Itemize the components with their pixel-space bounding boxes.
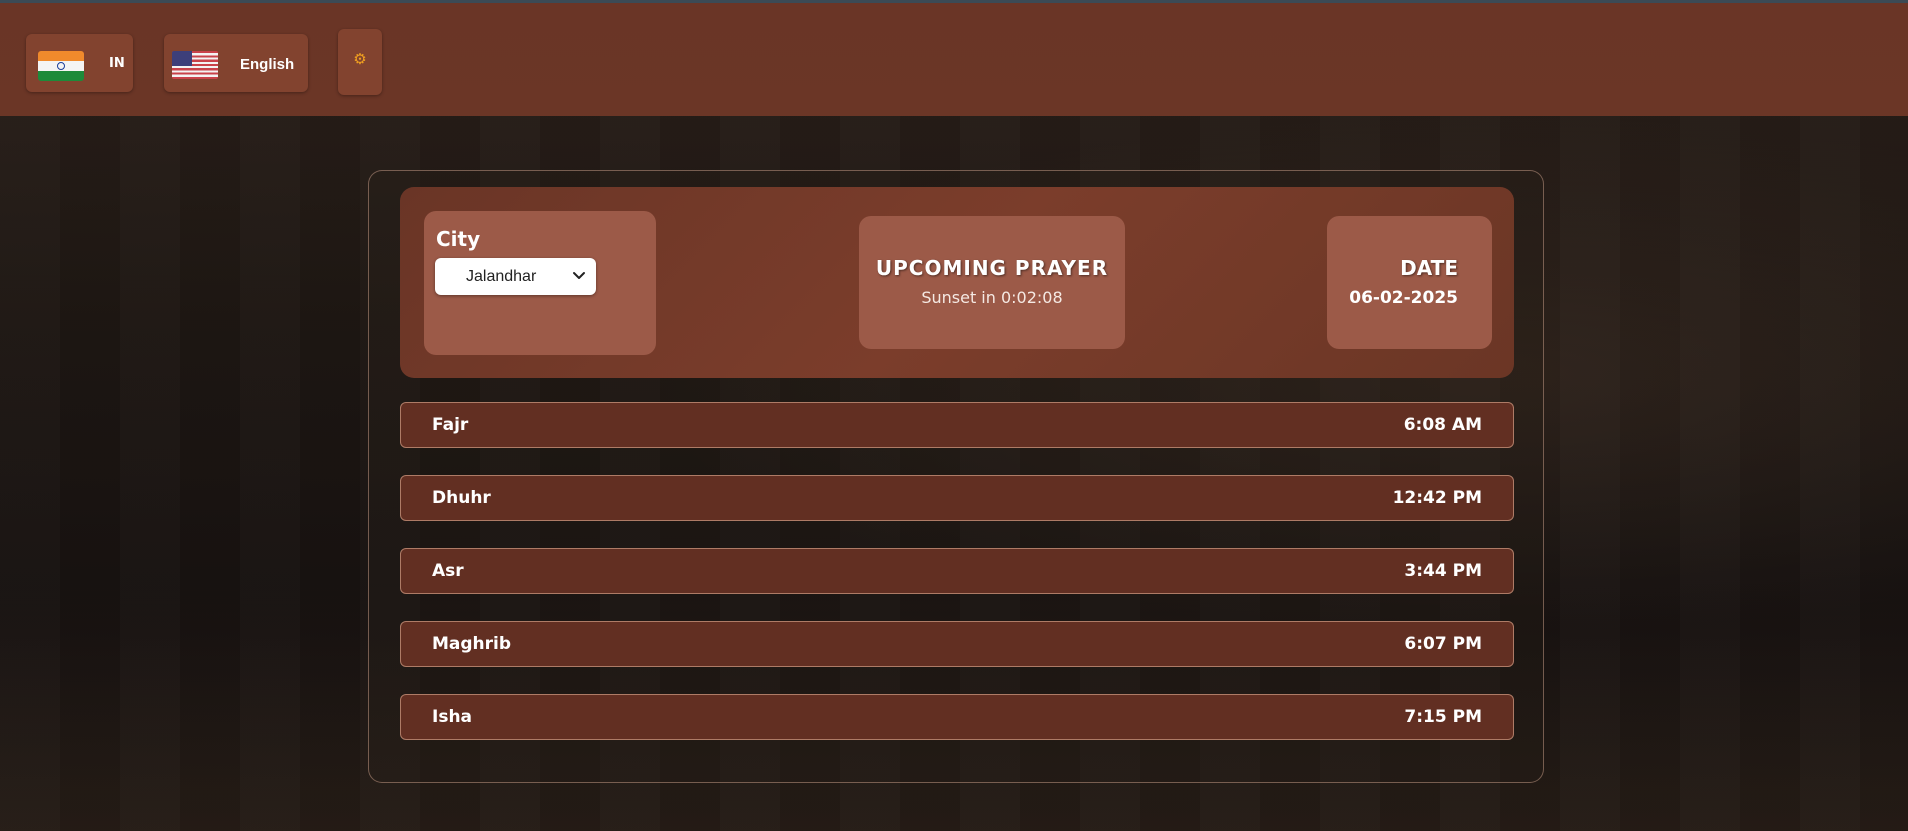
prayer-row-isha: Isha 7:15 PM — [400, 694, 1514, 740]
language-selector-button[interactable]: English — [164, 34, 308, 92]
country-selector-button[interactable]: IN — [26, 34, 133, 92]
upcoming-prayer-card: UPCOMING PRAYER Sunset in 0:02:08 — [859, 216, 1125, 349]
prayer-time: 12:42 PM — [1392, 488, 1482, 508]
theme-toggle-button[interactable]: ⚙ — [338, 29, 382, 95]
top-bar: IN English ⚙ — [0, 3, 1908, 116]
sun-icon: ⚙ — [353, 50, 367, 68]
india-flag-icon — [38, 51, 84, 81]
prayer-time: 3:44 PM — [1404, 561, 1482, 581]
city-label: City — [436, 227, 481, 251]
prayer-time: 6:07 PM — [1404, 634, 1482, 654]
prayer-row-asr: Asr 3:44 PM — [400, 548, 1514, 594]
date-card: DATE 06-02-2025 — [1327, 216, 1492, 349]
prayer-row-dhuhr: Dhuhr 12:42 PM — [400, 475, 1514, 521]
prayer-row-fajr: Fajr 6:08 AM — [400, 402, 1514, 448]
prayer-name: Dhuhr — [432, 488, 491, 508]
prayer-times-panel: City Jalandhar UPCOMING PRAYER Sunset in… — [368, 170, 1544, 783]
prayer-name: Isha — [432, 707, 473, 727]
chevron-down-icon — [573, 272, 585, 279]
prayer-name: Fajr — [432, 415, 469, 435]
upcoming-prayer-title: UPCOMING PRAYER — [875, 256, 1109, 280]
country-code: IN — [109, 56, 125, 71]
city-select[interactable]: Jalandhar — [435, 258, 596, 295]
prayer-name: Maghrib — [432, 634, 512, 654]
city-selected-value: Jalandhar — [466, 267, 537, 285]
us-flag-icon — [172, 51, 218, 79]
prayer-row-maghrib: Maghrib 6:07 PM — [400, 621, 1514, 667]
date-value: 06-02-2025 — [1349, 288, 1458, 308]
upcoming-prayer-countdown: Sunset in 0:02:08 — [921, 288, 1063, 307]
header-card: City Jalandhar UPCOMING PRAYER Sunset in… — [400, 187, 1514, 378]
prayer-time: 7:15 PM — [1404, 707, 1482, 727]
date-title: DATE — [1400, 256, 1458, 280]
language-label: English — [240, 56, 295, 73]
prayer-time: 6:08 AM — [1403, 415, 1482, 435]
prayer-name: Asr — [432, 561, 464, 581]
